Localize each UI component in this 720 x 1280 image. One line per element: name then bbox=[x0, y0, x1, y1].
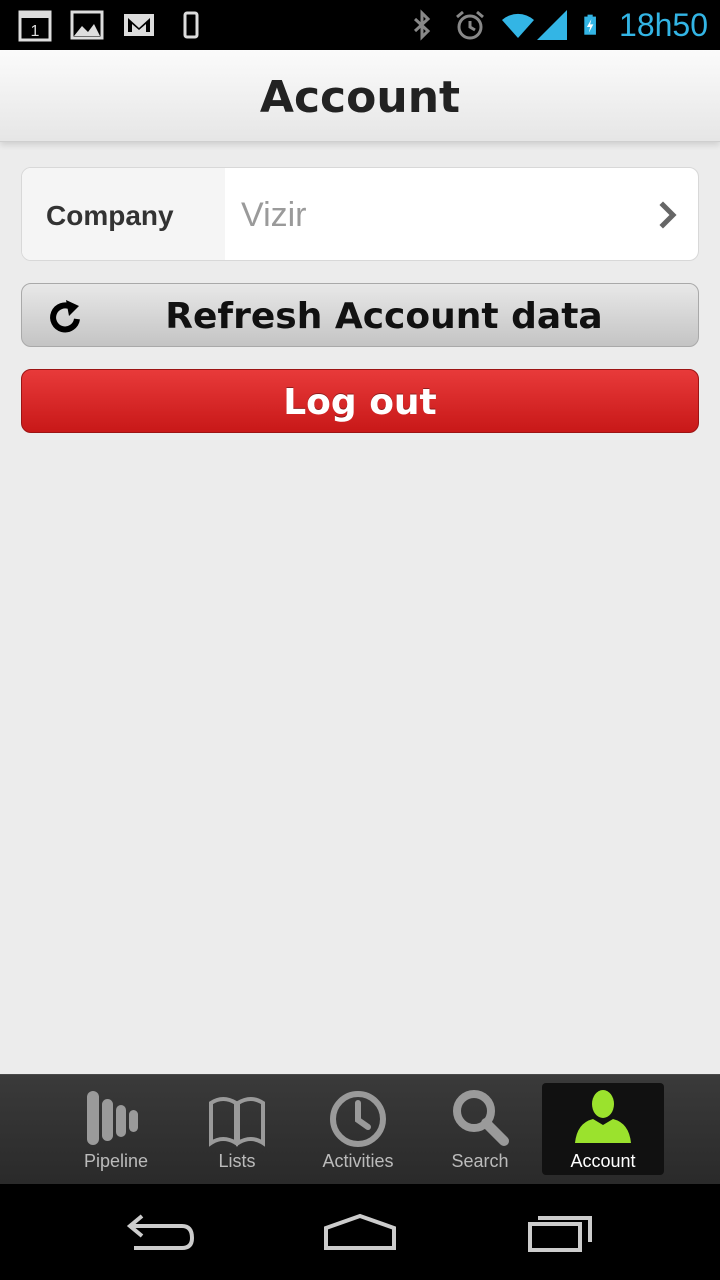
home-button[interactable] bbox=[320, 1210, 400, 1254]
tab-label: Pipeline bbox=[83, 1151, 149, 1171]
status-bar: 1 18h50 bbox=[0, 0, 720, 50]
tab-account[interactable]: Account bbox=[542, 1083, 664, 1175]
system-icons: 18h50 bbox=[405, 6, 708, 44]
clock-icon bbox=[330, 1091, 386, 1147]
gmail-icon bbox=[124, 14, 154, 36]
alarm-icon bbox=[456, 10, 484, 40]
tab-label: Lists bbox=[218, 1151, 256, 1171]
wifi-icon bbox=[502, 13, 535, 39]
battery-charging-icon bbox=[584, 14, 596, 35]
chevron-right-icon bbox=[659, 201, 677, 229]
tab-label: Search bbox=[451, 1151, 509, 1171]
company-label: Company bbox=[46, 200, 174, 231]
calendar-icon: 1 bbox=[18, 10, 52, 42]
page-title: Account bbox=[259, 72, 461, 123]
refresh-account-button[interactable]: Refresh Account data bbox=[21, 283, 699, 347]
header-bar: Account bbox=[0, 50, 720, 142]
phone-vibrate-icon bbox=[183, 11, 199, 39]
system-nav-bar bbox=[0, 1184, 720, 1280]
logout-label: Log out bbox=[283, 382, 437, 423]
tab-lists[interactable]: Lists bbox=[176, 1083, 298, 1175]
recent-apps-button[interactable] bbox=[520, 1210, 600, 1254]
tab-label: Activities bbox=[322, 1151, 394, 1171]
refresh-account-label: Refresh Account data bbox=[165, 296, 603, 337]
bluetooth-icon bbox=[413, 9, 431, 41]
search-icon bbox=[453, 1090, 509, 1146]
user-icon bbox=[575, 1090, 631, 1143]
notification-icons: 1 bbox=[18, 8, 208, 42]
svg-text:1: 1 bbox=[31, 23, 40, 40]
tab-activities[interactable]: Activities bbox=[297, 1083, 419, 1175]
clock-time: 18h50 bbox=[619, 7, 708, 43]
company-row[interactable]: Company Vizir bbox=[21, 167, 699, 261]
gallery-icon bbox=[70, 10, 104, 40]
back-button[interactable] bbox=[120, 1210, 200, 1254]
company-value: Vizir bbox=[241, 196, 307, 234]
book-icon bbox=[209, 1097, 265, 1147]
tab-pipeline[interactable]: Pipeline bbox=[55, 1083, 177, 1175]
tab-bar: Pipeline Lists Activities Search Account bbox=[0, 1074, 720, 1184]
tab-search[interactable]: Search bbox=[419, 1083, 541, 1175]
signal-icon bbox=[537, 10, 568, 40]
pipeline-icon bbox=[87, 1091, 138, 1145]
tab-label: Account bbox=[570, 1151, 636, 1171]
company-label-cell: Company bbox=[22, 168, 225, 260]
logout-button[interactable]: Log out bbox=[21, 369, 699, 433]
